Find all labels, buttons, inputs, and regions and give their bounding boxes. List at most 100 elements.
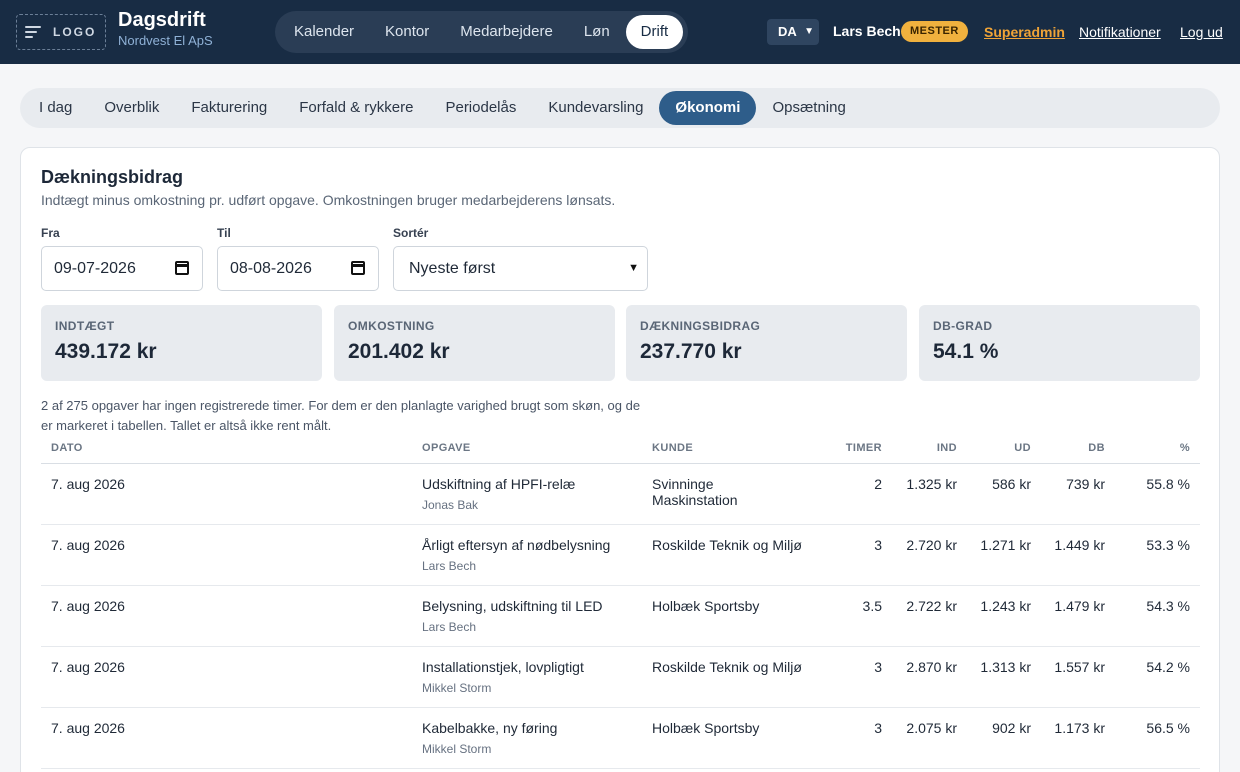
sort-label: Sortér (393, 226, 429, 240)
cell-date: 7. aug 2026 (41, 463, 412, 525)
sort-select[interactable]: Nyeste først ▼ (393, 246, 648, 291)
stat-value: 439.172 kr (55, 340, 157, 363)
cell-task: Kabelbakke, ny føring Mikkel Storm (412, 707, 642, 769)
cell-percent: 55.8 % (1115, 463, 1200, 525)
cell-db: 1.173 kr (1041, 707, 1115, 769)
contribution-card: Dækningsbidrag Indtægt minus omkostning … (20, 147, 1220, 772)
cell-income: 2.075 kr (892, 707, 967, 769)
column-header-percent[interactable]: % (1115, 434, 1200, 464)
logo[interactable]: LOGO (16, 14, 106, 50)
calendar-icon[interactable] (351, 261, 365, 275)
cell-percent: 54.3 % (1115, 585, 1200, 647)
stat-income: INDTÆGT 439.172 kr (41, 305, 322, 381)
tab-overblik[interactable]: Overblik (88, 91, 175, 125)
logout-link[interactable]: Log ud (1180, 24, 1223, 40)
cell-hours: 2 (812, 463, 892, 525)
table-row[interactable]: 7. aug 2026 Årligt eftersyn af nødbelysn… (41, 524, 1200, 586)
tab-fakturering[interactable]: Fakturering (175, 91, 283, 125)
cell-percent: 53.3 % (1115, 524, 1200, 586)
tab-oekonomi[interactable]: Økonomi (659, 91, 757, 125)
cell-percent: 54.2 % (1115, 646, 1200, 708)
cell-hours: 3 (812, 646, 892, 708)
language-value: DA (778, 24, 797, 39)
user-name: Lars Bech (833, 23, 901, 39)
from-date-input[interactable]: 09-07-2026 (41, 246, 203, 291)
task-employee: Lars Bech (422, 558, 477, 573)
note-line: 2 af 275 opgaver har ingen registrerede … (41, 398, 641, 413)
section-description: Indtægt minus omkostning pr. udført opga… (41, 192, 616, 208)
table-row[interactable]: 7. aug 2026 Kabelbakke, ny føring Mikkel … (41, 707, 1200, 769)
cell-db: 1.449 kr (1041, 524, 1115, 586)
cell-hours: 3.5 (812, 585, 892, 647)
cell-date: 7. aug 2026 (41, 524, 412, 586)
to-date-value: 08-08-2026 (230, 260, 312, 277)
sub-tabs: I dag Overblik Fakturering Forfald & ryk… (20, 88, 1220, 128)
role-badge: MESTER (901, 21, 968, 42)
superadmin-link[interactable]: Superadmin (984, 24, 1065, 40)
cell-date: 7. aug 2026 (41, 707, 412, 769)
column-header-income[interactable]: IND (892, 434, 967, 464)
column-header-db[interactable]: DB (1041, 434, 1115, 464)
nav-loen[interactable]: Løn (569, 15, 625, 49)
stat-label: INDTÆGT (55, 319, 115, 333)
cell-db: 1.479 kr (1041, 585, 1115, 647)
tab-kundevarsling[interactable]: Kundevarsling (532, 91, 659, 125)
task-employee: Lars Bech (422, 619, 477, 634)
notifications-link[interactable]: Notifikationer (1079, 24, 1161, 40)
cell-date: 7. aug 2026 (41, 646, 412, 708)
stat-value: 54.1 % (933, 340, 999, 363)
task-title: Belysning, udskiftning til LED (422, 597, 603, 614)
tab-periodelaas[interactable]: Periodelås (429, 91, 532, 125)
cell-date: 7. aug 2026 (41, 585, 412, 647)
cell-income: 2.870 kr (892, 646, 967, 708)
tab-forfald-rykkere[interactable]: Forfald & rykkere (283, 91, 429, 125)
column-header-hours[interactable]: TIMER (812, 434, 892, 464)
nav-drift[interactable]: Drift (625, 15, 684, 49)
stat-cost: OMKOSTNING 201.402 kr (334, 305, 615, 381)
table-row[interactable]: 7. aug 2026 Installationstjek, lovpligti… (41, 646, 1200, 708)
column-header-customer[interactable]: KUNDE (642, 434, 812, 464)
contribution-table: DATO OPGAVE KUNDE TIMER IND UD DB % 7. a… (41, 434, 1200, 769)
menu-icon (25, 26, 41, 38)
top-bar: LOGO Dagsdrift Nordvest El ApS Kalender … (0, 0, 1240, 64)
tab-i-dag[interactable]: I dag (23, 91, 88, 125)
cell-cost: 1.243 kr (967, 585, 1041, 647)
cell-task: Udskiftning af HPFI-relæ Jonas Bak (412, 463, 642, 525)
cell-cost: 902 kr (967, 707, 1041, 769)
stat-value: 237.770 kr (640, 340, 742, 363)
stat-label: OMKOSTNING (348, 319, 435, 333)
column-header-date[interactable]: DATO (41, 434, 412, 464)
to-label: Til (217, 226, 231, 240)
tab-opsaetning[interactable]: Opsætning (756, 91, 861, 125)
cell-customer: Svinninge Maskinstation (642, 463, 812, 525)
task-title: Udskiftning af HPFI-relæ (422, 475, 576, 492)
company-name: Nordvest El ApS (118, 33, 213, 48)
estimate-note: 2 af 275 opgaver har ingen registrerede … (41, 396, 661, 436)
cell-customer: Holbæk Sportsby (642, 707, 812, 769)
cell-customer: Roskilde Teknik og Miljø (642, 524, 812, 586)
table-row[interactable]: 7. aug 2026 Belysning, udskiftning til L… (41, 585, 1200, 647)
from-date-value: 09-07-2026 (54, 260, 136, 277)
stat-contribution: DÆKNINGSBIDRAG 237.770 kr (626, 305, 907, 381)
cell-cost: 1.313 kr (967, 646, 1041, 708)
logo-text: LOGO (53, 25, 97, 39)
nav-kontor[interactable]: Kontor (370, 15, 444, 49)
stat-value: 201.402 kr (348, 340, 450, 363)
nav-kalender[interactable]: Kalender (279, 15, 369, 49)
table-row[interactable]: 7. aug 2026 Udskiftning af HPFI-relæ Jona… (41, 463, 1200, 525)
table-header-row: DATO OPGAVE KUNDE TIMER IND UD DB % (41, 434, 1200, 464)
nav-medarbejdere[interactable]: Medarbejdere (445, 15, 568, 49)
column-header-cost[interactable]: UD (967, 434, 1041, 464)
cell-income: 2.722 kr (892, 585, 967, 647)
section-title: Dækningsbidrag (41, 167, 184, 187)
to-date-input[interactable]: 08-08-2026 (217, 246, 379, 291)
cell-cost: 1.271 kr (967, 524, 1041, 586)
sort-value: Nyeste først (409, 260, 496, 277)
column-header-task[interactable]: OPGAVE (412, 434, 642, 464)
cell-hours: 3 (812, 524, 892, 586)
cell-db: 739 kr (1041, 463, 1115, 525)
task-title: Kabelbakke, ny føring (422, 719, 558, 736)
language-select[interactable]: DA ▼ (767, 19, 819, 45)
calendar-icon[interactable] (175, 261, 189, 275)
cell-task: Årligt eftersyn af nødbelysning Lars Bech (412, 524, 642, 586)
